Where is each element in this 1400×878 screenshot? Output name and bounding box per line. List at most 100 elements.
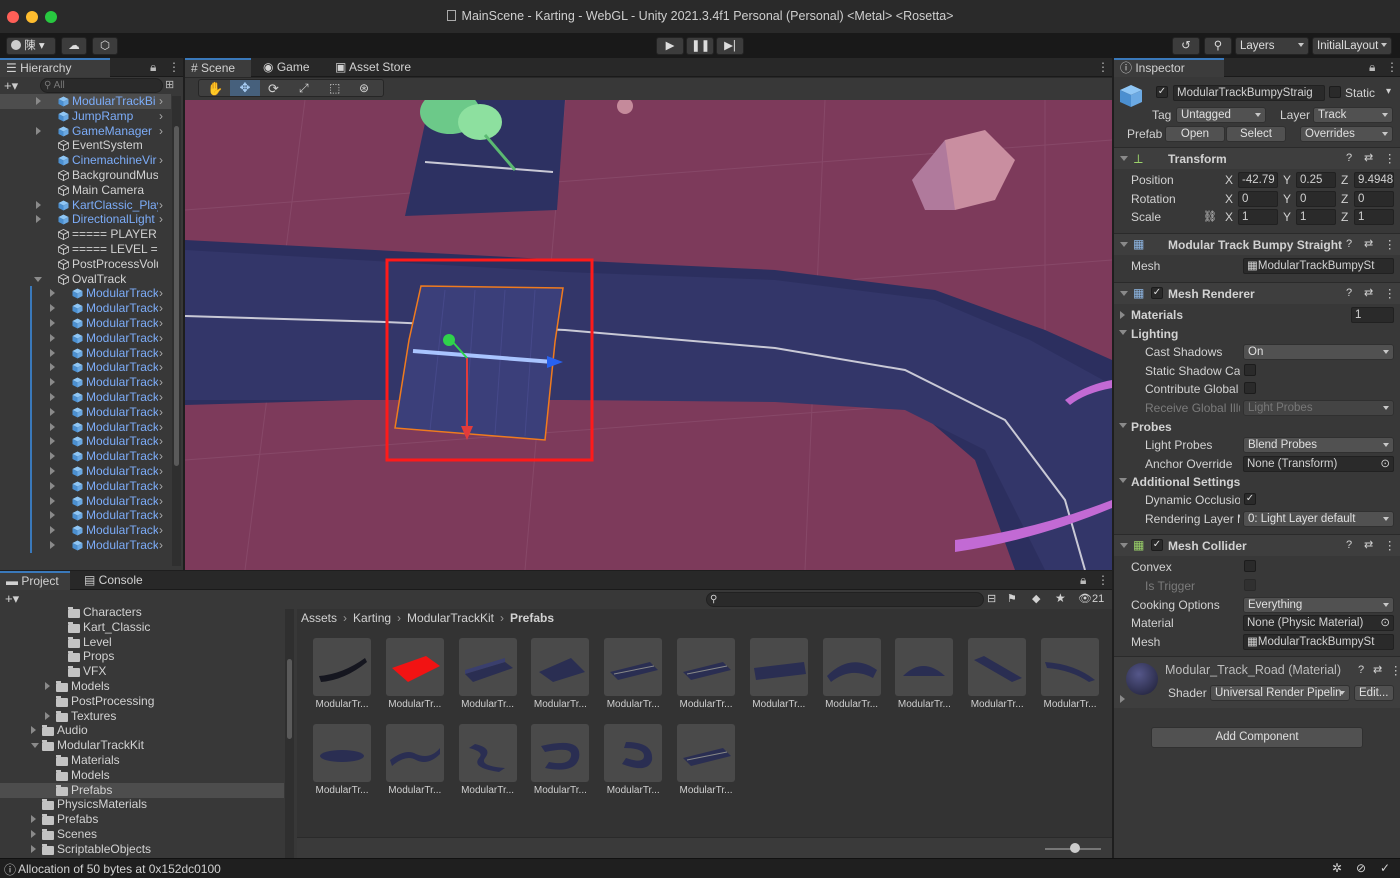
pos-z-input[interactable]: 9.4948 bbox=[1354, 172, 1394, 188]
hierarchy-item[interactable]: ModularTrack › bbox=[0, 316, 171, 331]
collapse-arrow-icon[interactable] bbox=[50, 422, 55, 431]
collapse-arrow-icon[interactable] bbox=[36, 126, 41, 135]
folder-tree-item[interactable]: Prefabs bbox=[0, 812, 284, 827]
asset-item[interactable]: ModularTr... bbox=[604, 724, 663, 804]
collapse-arrow-icon[interactable] bbox=[50, 541, 55, 549]
asset-item[interactable]: ModularTr... bbox=[604, 638, 663, 718]
hierarchy-item[interactable]: ModularTrack › bbox=[0, 464, 171, 479]
dynamic-occlusion-checkbox[interactable]: ✓ bbox=[1244, 493, 1256, 505]
hierarchy-item[interactable]: KartClassic_Play › bbox=[0, 198, 171, 213]
lock-icon[interactable]: 🔒︎ bbox=[1369, 60, 1375, 75]
pause-button[interactable]: ❚❚ bbox=[686, 37, 714, 55]
prefab-open-icon[interactable]: › bbox=[159, 94, 163, 109]
tab-console[interactable]: ▤ Console bbox=[78, 571, 149, 590]
breadcrumb-item[interactable]: Assets bbox=[301, 611, 337, 625]
asset-item[interactable]: ModularTr... bbox=[677, 724, 735, 804]
prefab-open-icon[interactable]: › bbox=[159, 494, 163, 509]
collapse-arrow-icon[interactable] bbox=[31, 844, 36, 853]
cast-shadows-dropdown[interactable]: On bbox=[1243, 344, 1394, 360]
axis-label[interactable]: X bbox=[1225, 210, 1233, 224]
prefab-open-icon[interactable]: › bbox=[159, 405, 163, 420]
anchor-override-field[interactable]: None (Transform) ⊙ bbox=[1243, 456, 1394, 472]
folder-tree-item[interactable]: Textures bbox=[0, 709, 284, 724]
scene-visibility-icon[interactable]: ⊞ bbox=[165, 78, 174, 91]
light-probes-dropdown[interactable]: Blend Probes bbox=[1243, 437, 1394, 453]
object-picker-icon[interactable]: ⊙ bbox=[1380, 457, 1390, 471]
tab-asset-store[interactable]: ▣ Asset Store bbox=[329, 58, 417, 77]
collapse-arrow-icon[interactable] bbox=[50, 467, 55, 475]
folder-tree-item[interactable]: Prefabs bbox=[0, 782, 284, 798]
folder-tree-item[interactable]: Kart_Classic bbox=[0, 620, 284, 635]
folder-tree-item[interactable]: Level bbox=[0, 635, 284, 650]
presets-icon[interactable]: ⇄ bbox=[1373, 663, 1382, 676]
axis-label[interactable]: X bbox=[1225, 173, 1233, 187]
scrollbar-thumb[interactable] bbox=[287, 659, 292, 739]
asset-item[interactable]: ModularTr... bbox=[313, 638, 371, 718]
asset-item[interactable]: ModularTr... bbox=[677, 638, 735, 718]
prefab-open-icon[interactable]: › bbox=[159, 316, 163, 331]
transform-header[interactable]: ⟂ Transform ? ⇄ ⋮ bbox=[1114, 147, 1400, 169]
pos-y-input[interactable]: 0.25 bbox=[1296, 172, 1336, 188]
scl-z-input[interactable]: 1 bbox=[1354, 209, 1394, 225]
rot-x-input[interactable]: 0 bbox=[1238, 191, 1278, 207]
collider-mesh-field[interactable]: ▦ModularTrackBumpySt bbox=[1243, 634, 1394, 650]
transform-tool-icon[interactable]: ⊛ bbox=[359, 81, 369, 95]
cloud-button[interactable]: ☁ bbox=[61, 37, 87, 55]
tree-scrollbar[interactable] bbox=[285, 609, 294, 858]
hierarchy-item[interactable]: ModularTrack › bbox=[0, 419, 171, 435]
hierarchy-item[interactable]: ModularTrack › bbox=[0, 390, 171, 405]
folder-tree-item[interactable]: Materials bbox=[0, 753, 284, 768]
check-icon[interactable]: ✓ bbox=[1380, 861, 1390, 875]
axis-label[interactable]: Z bbox=[1341, 210, 1348, 224]
hierarchy-item[interactable]: ModularTrack › bbox=[0, 345, 171, 361]
axis-label[interactable]: Y bbox=[1283, 173, 1291, 187]
active-checkbox[interactable]: ✓ bbox=[1156, 86, 1168, 98]
hierarchy-scrollbar[interactable] bbox=[172, 96, 181, 566]
expand-arrow-icon[interactable] bbox=[1119, 478, 1127, 483]
hierarchy-item[interactable]: CinemachineVir › bbox=[0, 153, 171, 168]
prefab-open-icon[interactable]: › bbox=[159, 508, 163, 523]
axis-label[interactable]: X bbox=[1225, 192, 1233, 206]
asset-item[interactable]: ModularTr... bbox=[895, 638, 954, 718]
chevron-down-icon[interactable]: ▾ bbox=[1386, 86, 1391, 97]
collapse-arrow-icon[interactable] bbox=[50, 333, 55, 342]
folder-tree-item[interactable]: Models bbox=[0, 768, 284, 783]
folder-tree-item[interactable]: PhysicsMaterials bbox=[0, 797, 284, 812]
collapse-arrow-icon[interactable] bbox=[50, 289, 55, 298]
prefab-open-icon[interactable]: › bbox=[159, 449, 163, 464]
hierarchy-item[interactable]: BackgroundMusic bbox=[0, 168, 171, 183]
prefab-open-icon[interactable]: › bbox=[159, 286, 163, 301]
asset-item[interactable]: ModularTr... bbox=[531, 638, 590, 718]
collapse-arrow-icon[interactable] bbox=[31, 726, 36, 735]
layout-dropdown[interactable]: InitialLayout bbox=[1312, 37, 1392, 55]
materials-count-input[interactable]: 1 bbox=[1351, 307, 1394, 323]
prefab-open-icon[interactable]: › bbox=[159, 390, 163, 405]
scl-y-input[interactable]: 1 bbox=[1296, 209, 1336, 225]
hierarchy-item[interactable]: ModularTrack › bbox=[0, 375, 171, 391]
hierarchy-item[interactable]: Main Camera bbox=[0, 183, 171, 198]
layers-dropdown[interactable]: Layers bbox=[1235, 37, 1309, 55]
kebab-menu-icon[interactable]: ⋮ bbox=[1384, 151, 1396, 165]
rect-tool-icon[interactable]: ⬚ bbox=[329, 81, 340, 95]
hierarchy-item[interactable]: ModularTrack › bbox=[0, 478, 171, 494]
folder-tree-item[interactable]: Props bbox=[0, 649, 284, 664]
pos-x-input[interactable]: -42.79 bbox=[1238, 172, 1278, 188]
hierarchy-item[interactable]: ModularTrack › bbox=[0, 523, 171, 539]
project-search-input[interactable]: ⚲ bbox=[706, 592, 984, 607]
status-message[interactable]: Allocation of 50 bytes at 0x152dc0100 bbox=[18, 862, 221, 876]
lock-icon[interactable]: 🔒︎ bbox=[1080, 573, 1086, 588]
move-tool-icon[interactable]: ✥ bbox=[230, 80, 260, 96]
scale-tool-icon[interactable]: ⤢ bbox=[299, 81, 309, 96]
collapse-arrow-icon[interactable] bbox=[50, 452, 55, 461]
tag-dropdown[interactable]: Untagged bbox=[1176, 107, 1266, 123]
collapse-arrow-icon[interactable] bbox=[50, 319, 55, 327]
hierarchy-item[interactable]: DirectionalLight › bbox=[0, 212, 171, 227]
collapse-arrow-icon[interactable] bbox=[36, 200, 41, 209]
rendering-layer-dropdown[interactable]: 0: Light Layer default bbox=[1243, 511, 1394, 527]
asset-item[interactable]: ModularTr... bbox=[749, 638, 808, 718]
rot-z-input[interactable]: 0 bbox=[1354, 191, 1394, 207]
expand-arrow-icon[interactable] bbox=[1119, 330, 1127, 335]
collapse-arrow-icon[interactable] bbox=[50, 407, 55, 416]
expand-arrow-icon[interactable] bbox=[1120, 311, 1125, 319]
collapse-arrow-icon[interactable] bbox=[50, 304, 55, 313]
